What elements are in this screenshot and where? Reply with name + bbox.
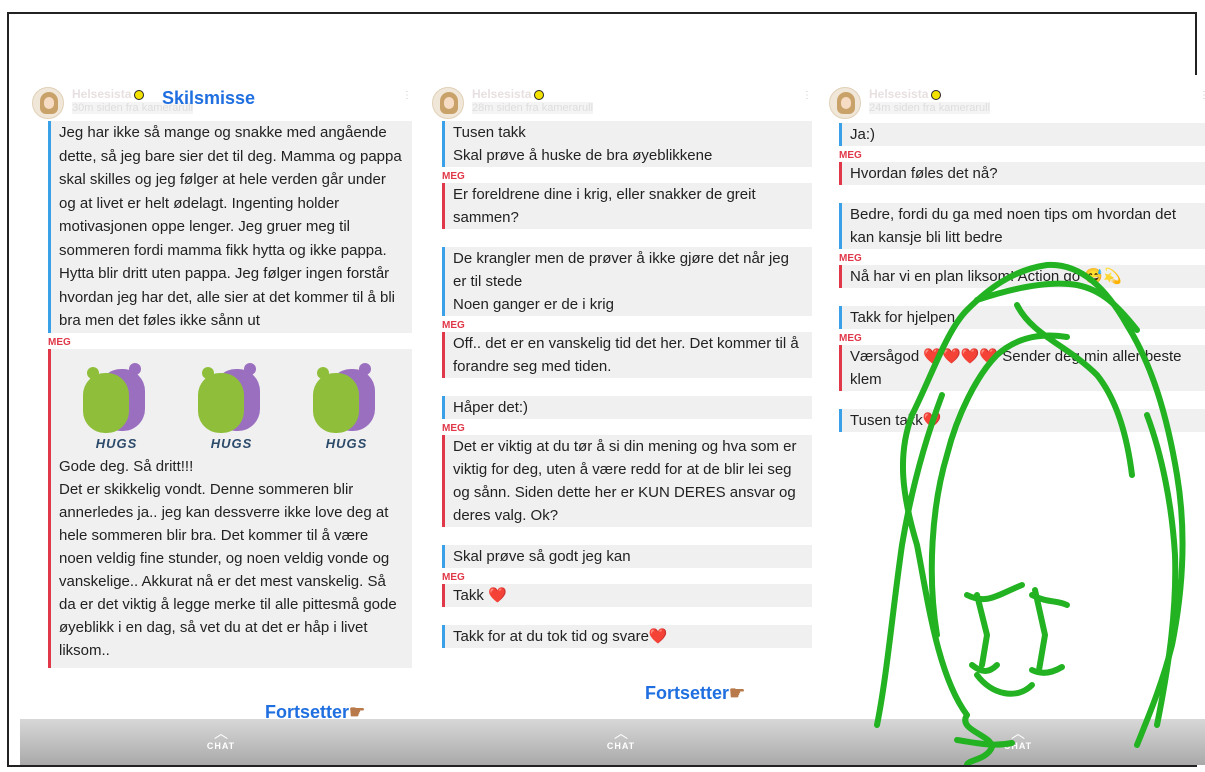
message-me: Er foreldrene dine i krig, eller snakker… [442, 183, 812, 229]
message-gap [442, 611, 812, 625]
more-options-icon[interactable]: ⋮ [402, 91, 412, 109]
story-header: Helsesista 28m siden fra kamerarull ⋮ [432, 87, 812, 121]
username: Helsesista [472, 87, 532, 101]
message-me: HUGS HUGS HUGS Gode deg. Så dritt!!! Det… [48, 348, 412, 668]
message-line: Skal prøve å huske de bra øyeblikkene [453, 147, 713, 164]
conversation: Tusen takk Skal prøve å huske de bra øyeb… [442, 121, 812, 652]
message-gap [442, 382, 812, 396]
avatar[interactable] [432, 87, 464, 119]
hug-bears-icon: HUGS [77, 359, 157, 455]
conversation: Jeg har ikke så mange og snakke med angå… [48, 121, 412, 672]
message-gap [442, 233, 812, 247]
me-label: MEG [442, 572, 465, 583]
message-line: Er foreldrene dine i krig, eller snakker… [453, 186, 756, 226]
hug-bears-icon: HUGS [192, 359, 272, 455]
reply-text: Gode deg. Så dritt!!! Det er skikkelig v… [59, 457, 397, 659]
message-line: De krangler men de prøver å ikke gjøre d… [453, 250, 789, 290]
message-me: Det er viktig at du tør å si din mening … [442, 435, 812, 527]
face-doodle [874, 261, 1186, 765]
chevron-up-icon: ︿ [614, 725, 628, 741]
hugs-text: HUGS [325, 435, 368, 451]
continue-caption: Fortsetter☛ [645, 683, 745, 704]
hug-bears-icon: HUGS [307, 359, 387, 455]
pointing-hand-icon: ☛ [729, 683, 746, 703]
story-header: Helsesista 30m siden fra kamerarull Skil… [32, 87, 412, 121]
message-line: Håper det:) [453, 399, 529, 416]
username: Helsesista [72, 87, 132, 101]
message-them: Skal prøve så godt jeg kan [442, 545, 812, 568]
chat-button[interactable]: ︿ CHAT [420, 719, 822, 765]
snap-panel-2: Helsesista 28m siden fra kamerarull ⋮ Tu… [420, 75, 822, 765]
chat-label: CHAT [206, 741, 236, 751]
more-options-icon[interactable]: ⋮ [802, 91, 812, 109]
message-gap [442, 531, 812, 545]
message-line: Det er viktig at du tør å si din mening … [453, 438, 797, 524]
message-them: Håper det:) [442, 396, 812, 419]
message-me: Off.. det er en vanskelig tid det her. D… [442, 332, 812, 378]
message-them: Tusen takk Skal prøve å huske de bra øyeb… [442, 121, 812, 167]
chevron-up-icon: ︿ [214, 725, 228, 741]
message-line: Off.. det er en vanskelig tid det her. D… [453, 335, 799, 375]
continue-text: Fortsetter [645, 683, 730, 703]
message-line: Takk for at du tok tid og svare❤️ [453, 628, 668, 645]
message-line: Tusen takk [453, 124, 526, 141]
message-them: De krangler men de prøver å ikke gjøre d… [442, 247, 812, 316]
message-line: Noen ganger er de i krig [453, 296, 614, 313]
message-them: Takk for at du tok tid og svare❤️ [442, 625, 812, 648]
message-them: Jeg har ikke så mange og snakke med angå… [48, 121, 412, 333]
star-icon [134, 89, 145, 100]
message-line: Takk ❤️ [453, 587, 507, 604]
snap-panel-1: Helsesista 30m siden fra kamerarull Skil… [20, 75, 422, 765]
chat-button[interactable]: ︿ CHAT [20, 719, 422, 765]
me-label: MEG [442, 171, 465, 182]
star-icon [534, 89, 545, 100]
hugs-text: HUGS [95, 435, 138, 451]
me-label: MEG [48, 336, 71, 348]
me-label: MEG [442, 320, 465, 331]
message-line: Skal prøve så godt jeg kan [453, 548, 631, 565]
message-me: Takk ❤️ [442, 584, 812, 607]
timestamp: 28m siden fra kamerarull [472, 102, 594, 114]
topic-caption: Skilsmisse [162, 88, 256, 108]
me-label: MEG [442, 423, 465, 434]
hugs-text: HUGS [210, 435, 253, 451]
chat-label: CHAT [606, 741, 636, 751]
avatar[interactable] [32, 87, 64, 119]
snap-panel-3: Helsesista 24m siden fra kamerarull ⋮ Ja… [817, 75, 1205, 765]
hugs-sticker: HUGS HUGS HUGS [59, 349, 404, 455]
